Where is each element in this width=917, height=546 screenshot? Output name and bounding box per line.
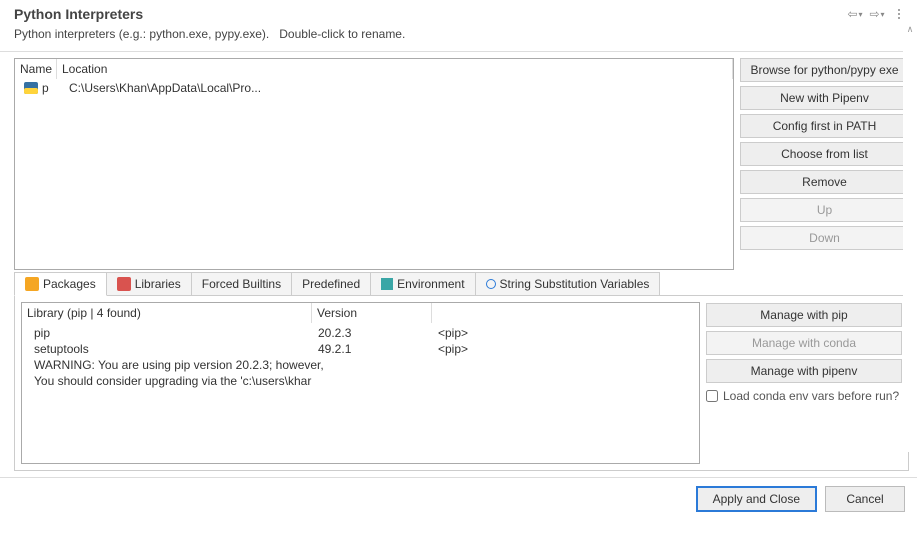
- tab-label: Packages: [43, 277, 96, 291]
- package-actions: Manage with pip Manage with conda Manage…: [706, 302, 902, 464]
- up-button: Up: [740, 198, 909, 222]
- tab-label: String Substitution Variables: [500, 277, 650, 291]
- environment-icon: [381, 278, 393, 290]
- python-icon: [23, 80, 39, 96]
- tab-forced-builtins[interactable]: Forced Builtins: [191, 272, 292, 296]
- col-kind-header[interactable]: [432, 303, 699, 323]
- warning-row: You should consider upgrading via the 'c…: [22, 373, 699, 389]
- choose-list-button[interactable]: Choose from list: [740, 142, 909, 166]
- back-icon[interactable]: ⇦▾: [847, 6, 863, 22]
- tab-label: Environment: [397, 277, 464, 291]
- vertical-scrollbar[interactable]: ∧: [903, 22, 917, 452]
- warning-text: WARNING: You are using pip version 20.2.…: [34, 358, 324, 372]
- manage-pipenv-button[interactable]: Manage with pipenv: [706, 359, 902, 383]
- page-title: Python Interpreters: [14, 6, 143, 22]
- cancel-button[interactable]: Cancel: [825, 486, 905, 512]
- desc-main: Python interpreters (e.g.: python.exe, p…: [14, 27, 269, 41]
- tab-body-packages: Library (pip | 4 found) Version pip 20.2…: [14, 295, 909, 471]
- scrollbar-thumb[interactable]: [904, 172, 916, 242]
- tab-packages[interactable]: Packages: [14, 272, 107, 296]
- pkg-name: pip: [34, 326, 318, 340]
- string-sub-icon: [486, 279, 496, 289]
- warning-text: You should consider upgrading via the 'c…: [34, 374, 311, 388]
- tab-libraries[interactable]: Libraries: [106, 272, 192, 296]
- description: Python interpreters (e.g.: python.exe, p…: [0, 24, 917, 52]
- col-library-header[interactable]: Library (pip | 4 found): [22, 303, 312, 323]
- tab-label: Predefined: [302, 277, 360, 291]
- pkg-version: 20.2.3: [318, 326, 438, 340]
- col-version-header[interactable]: Version: [312, 303, 432, 323]
- table-row[interactable]: p C:\Users\Khan\AppData\Local\Pro...: [15, 79, 733, 97]
- kebab-menu-icon[interactable]: [891, 6, 907, 22]
- load-conda-checkbox[interactable]: Load conda env vars before run?: [706, 387, 902, 403]
- packages-icon: [25, 277, 39, 291]
- config-path-button[interactable]: Config first in PATH: [740, 114, 909, 138]
- apply-close-button[interactable]: Apply and Close: [696, 486, 817, 512]
- title-actions: ⇦▾ ⇨▾: [847, 6, 907, 22]
- manage-conda-button: Manage with conda: [706, 331, 902, 355]
- checkbox-icon[interactable]: [706, 390, 718, 402]
- tab-label: Forced Builtins: [202, 277, 281, 291]
- desc-hint: Double-click to rename.: [279, 27, 405, 41]
- interpreter-location: C:\Users\Khan\AppData\Local\Pro...: [65, 81, 729, 95]
- manage-pip-button[interactable]: Manage with pip: [706, 303, 902, 327]
- down-button: Down: [740, 226, 909, 250]
- footer: Apply and Close Cancel: [0, 477, 917, 520]
- tabbar: Packages Libraries Forced Builtins Prede…: [14, 272, 909, 296]
- interpreters-table[interactable]: Name Location p C:\Users\Khan\AppData\Lo…: [14, 58, 734, 270]
- tab-label: Libraries: [135, 277, 181, 291]
- pkg-name: setuptools: [34, 342, 318, 356]
- tab-predefined[interactable]: Predefined: [291, 272, 371, 296]
- col-location-header[interactable]: Location: [57, 59, 733, 79]
- pkg-kind: <pip>: [438, 326, 558, 340]
- titlebar: Python Interpreters ⇦▾ ⇨▾: [0, 0, 917, 24]
- tab-string-substitution[interactable]: String Substitution Variables: [475, 272, 661, 296]
- table-row[interactable]: setuptools 49.2.1 <pip>: [22, 341, 699, 357]
- checkbox-label: Load conda env vars before run?: [723, 389, 899, 403]
- remove-button[interactable]: Remove: [740, 170, 909, 194]
- new-pipenv-button[interactable]: New with Pipenv: [740, 86, 909, 110]
- libraries-icon: [117, 277, 131, 291]
- col-name-header[interactable]: Name: [15, 59, 57, 79]
- side-buttons: Browse for python/pypy exe New with Pipe…: [740, 58, 909, 270]
- interpreter-name: p: [41, 81, 65, 95]
- warning-row: WARNING: You are using pip version 20.2.…: [22, 357, 699, 373]
- packages-table[interactable]: Library (pip | 4 found) Version pip 20.2…: [21, 302, 700, 464]
- tab-environment[interactable]: Environment: [370, 272, 475, 296]
- table-row[interactable]: pip 20.2.3 <pip>: [22, 325, 699, 341]
- forward-icon[interactable]: ⇨▾: [869, 6, 885, 22]
- scroll-up-icon[interactable]: ∧: [907, 22, 914, 36]
- pkg-kind: <pip>: [438, 342, 558, 356]
- browse-button[interactable]: Browse for python/pypy exe: [740, 58, 909, 82]
- pkg-version: 49.2.1: [318, 342, 438, 356]
